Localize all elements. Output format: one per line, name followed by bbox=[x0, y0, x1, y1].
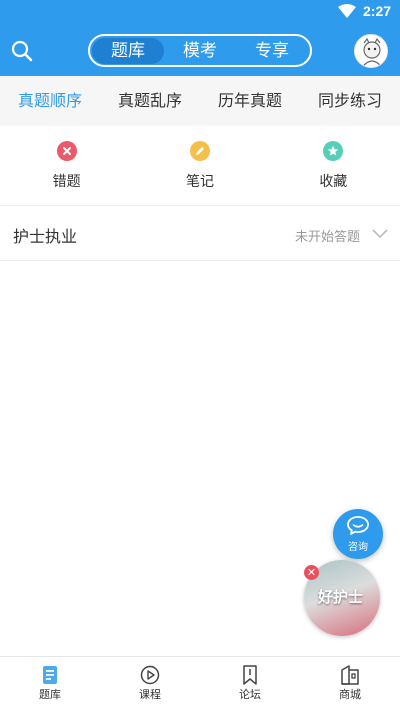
bookmark-icon bbox=[243, 665, 257, 685]
quick-actions: 错题 笔记 收藏 bbox=[0, 126, 400, 206]
nav-question-bank-label: 题库 bbox=[39, 688, 61, 701]
tab-sequential[interactable]: 真题顺序 bbox=[0, 76, 100, 126]
tab-past-papers[interactable]: 历年真题 bbox=[200, 76, 300, 126]
search-icon[interactable] bbox=[11, 40, 33, 62]
practice-tabs: 真题顺序 真题乱序 历年真题 同步练习 bbox=[0, 76, 400, 126]
nav-courses[interactable]: 课程 bbox=[100, 657, 200, 710]
nav-forum-label: 论坛 bbox=[239, 688, 261, 701]
consult-button[interactable]: 咨询 bbox=[333, 509, 383, 559]
segment-exclusive[interactable]: 专享 bbox=[236, 38, 308, 64]
nav-store[interactable]: 商城 bbox=[300, 657, 400, 710]
status-bar: 2:27 bbox=[0, 0, 400, 24]
promo-close-button[interactable]: ✕ bbox=[304, 565, 319, 580]
status-time: 2:27 bbox=[363, 3, 392, 19]
play-icon bbox=[140, 665, 160, 685]
chat-bubble-icon bbox=[347, 516, 369, 535]
quick-wrong-answers[interactable]: 错题 bbox=[0, 126, 133, 205]
consult-label: 咨询 bbox=[348, 542, 368, 553]
mode-switcher: 题库 模考 专享 bbox=[88, 34, 312, 67]
avatar[interactable] bbox=[354, 34, 388, 68]
quick-favorites-label: 收藏 bbox=[319, 174, 348, 190]
quick-wrong-answers-label: 错题 bbox=[52, 174, 81, 190]
avatar-figure-icon bbox=[361, 37, 383, 67]
nav-question-bank[interactable]: 题库 bbox=[0, 657, 100, 710]
chevron-down-icon bbox=[372, 229, 388, 239]
quick-favorites[interactable]: 收藏 bbox=[267, 126, 400, 205]
nav-courses-label: 课程 bbox=[139, 688, 161, 701]
pencil-icon bbox=[189, 141, 210, 161]
bottom-nav: 题库 课程 论坛 商城 bbox=[0, 656, 400, 710]
promo-text: 好护士 bbox=[318, 588, 364, 606]
star-icon bbox=[323, 141, 344, 161]
tab-random[interactable]: 真题乱序 bbox=[100, 76, 200, 126]
quick-notes[interactable]: 笔记 bbox=[133, 126, 266, 205]
wifi-icon bbox=[338, 4, 356, 18]
quick-notes-label: 笔记 bbox=[185, 174, 214, 190]
segment-question-bank[interactable]: 题库 bbox=[92, 37, 164, 64]
segment-mock-exam[interactable]: 模考 bbox=[164, 38, 236, 64]
subject-status: 未开始答题 bbox=[295, 230, 361, 245]
nav-store-label: 商城 bbox=[339, 688, 361, 701]
top-header: 2:27 题库 模考 专享 bbox=[0, 0, 400, 76]
close-circle-icon bbox=[56, 141, 77, 161]
tab-sync-practice[interactable]: 同步练习 bbox=[300, 76, 400, 126]
nav-forum[interactable]: 论坛 bbox=[200, 657, 300, 710]
store-icon bbox=[341, 665, 359, 685]
subject-row[interactable]: 护士执业 未开始答题 bbox=[0, 207, 400, 261]
subject-title: 护士执业 bbox=[13, 227, 78, 246]
book-icon bbox=[43, 666, 57, 684]
